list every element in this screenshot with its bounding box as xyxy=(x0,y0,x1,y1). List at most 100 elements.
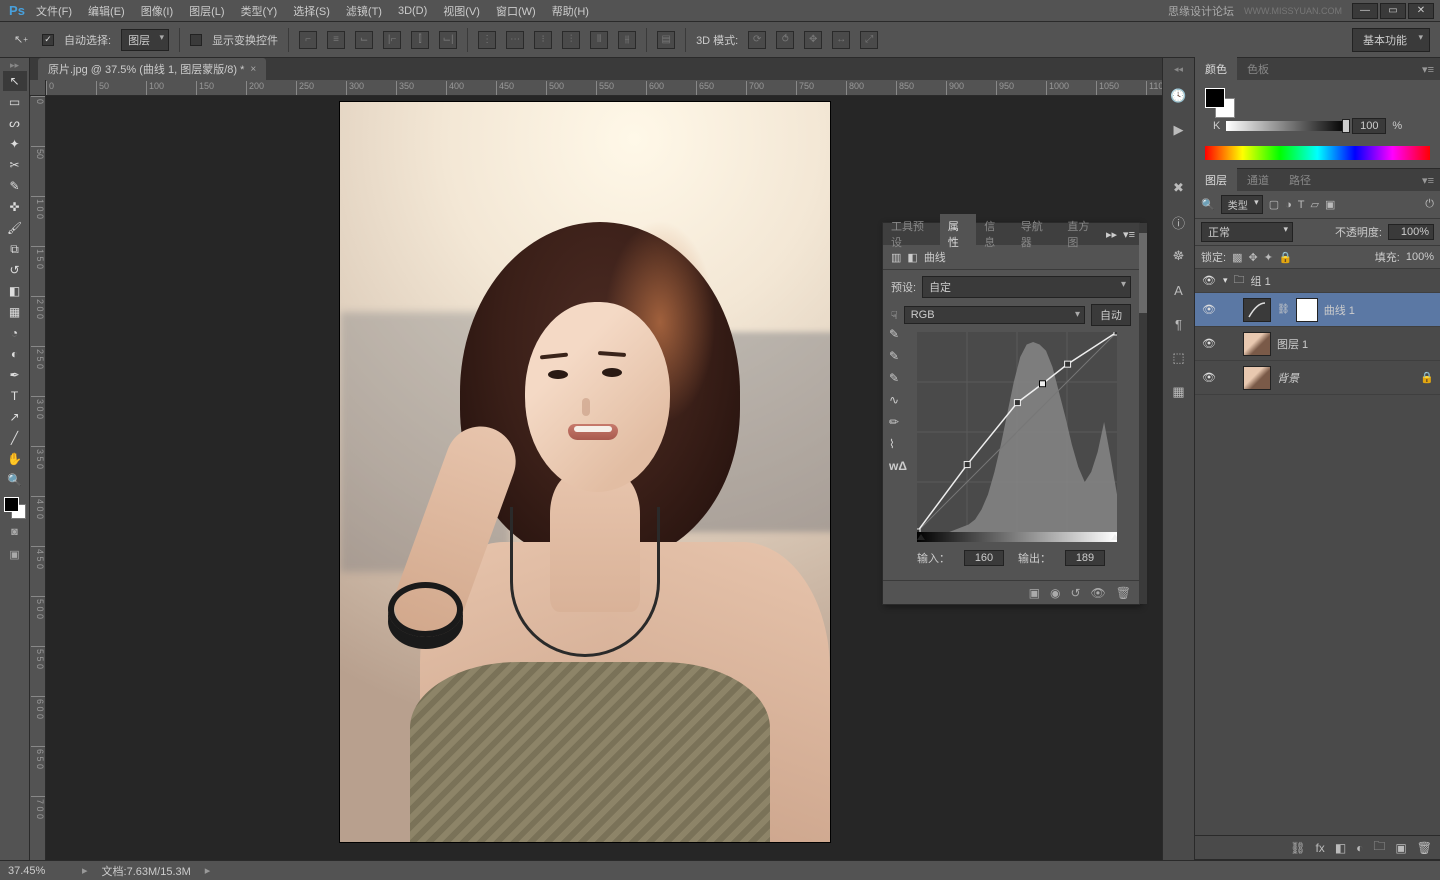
dodge-tool[interactable]: ◐ xyxy=(3,344,27,364)
input-field[interactable]: 160 xyxy=(964,550,1004,566)
3d-pan-icon[interactable]: ✥ xyxy=(804,31,822,49)
draw-curve-icon[interactable]: ✏ xyxy=(889,415,907,429)
menu-3d[interactable]: 3D(D) xyxy=(390,2,435,20)
canvas-image[interactable] xyxy=(340,102,830,842)
new-group-icon[interactable]: 🗀 xyxy=(1373,837,1385,858)
path-select-tool[interactable]: ↗ xyxy=(3,407,27,427)
auto-button[interactable]: 自动 xyxy=(1091,304,1131,326)
visibility-toggle[interactable]: 👁 xyxy=(1201,371,1217,384)
sample-black-icon[interactable]: ✎ xyxy=(889,327,907,341)
document-tab[interactable]: 原片.jpg @ 37.5% (曲线 1, 图层蒙版/8) * × xyxy=(38,58,266,80)
menu-type[interactable]: 类型(Y) xyxy=(233,0,286,22)
menu-select[interactable]: 选择(S) xyxy=(285,0,338,22)
opacity-field[interactable]: 100% xyxy=(1388,224,1434,240)
3d-orbit-icon[interactable]: ⟳ xyxy=(748,31,766,49)
distribute-3-icon[interactable]: ⁝ xyxy=(534,31,552,49)
zoom-tool[interactable]: 🔍 xyxy=(3,470,27,490)
tab-color[interactable]: 颜色 xyxy=(1195,57,1237,81)
distribute-5-icon[interactable]: ⫴ xyxy=(590,31,608,49)
healing-tool[interactable]: ✜ xyxy=(3,197,27,217)
layer-name[interactable]: 组 1 xyxy=(1251,273,1434,289)
eraser-tool[interactable]: ◧ xyxy=(3,281,27,301)
layer-thumb[interactable] xyxy=(1243,366,1271,390)
align-right-icon[interactable]: ⌙| xyxy=(439,31,457,49)
lasso-tool[interactable]: ᔕ xyxy=(3,113,27,133)
panel-collapse-icon[interactable]: ▸▸ xyxy=(1106,228,1117,241)
properties-scrollbar[interactable] xyxy=(1139,223,1147,604)
dock-styles-icon[interactable]: ⬚ xyxy=(1167,346,1191,370)
targeted-adjust-icon[interactable]: ☟ xyxy=(891,309,898,322)
lock-all-icon[interactable]: 🔒 xyxy=(1279,251,1293,264)
filter-type-icon[interactable]: T xyxy=(1298,199,1305,211)
crop-tool[interactable]: ✂ xyxy=(3,155,27,175)
filter-shape-icon[interactable]: ▱ xyxy=(1311,198,1319,211)
show-transform-checkbox[interactable] xyxy=(190,34,202,46)
layer-fx-icon[interactable]: fx xyxy=(1315,841,1324,855)
collapse-toolbar-icon[interactable]: ▸▸ xyxy=(3,60,27,70)
align-hcenter-icon[interactable]: ⫿ xyxy=(411,31,429,49)
distribute-4-icon[interactable]: ⫶ xyxy=(562,31,580,49)
tab-tool-presets[interactable]: 工具预设 xyxy=(883,214,940,254)
output-field[interactable]: 189 xyxy=(1065,550,1105,566)
layer-name[interactable]: 图层 1 xyxy=(1277,336,1434,352)
preset-dropdown[interactable]: 自定 xyxy=(922,276,1131,298)
zoom-field[interactable]: 37.45% xyxy=(8,865,68,877)
edit-points-icon[interactable]: ∿ xyxy=(889,393,907,407)
view-previous-icon[interactable]: ◉ xyxy=(1050,586,1060,600)
3d-zoom-icon[interactable]: ⤢ xyxy=(860,31,878,49)
layer-group[interactable]: 👁 ▾ 🗀 组 1 xyxy=(1195,269,1440,293)
filter-pixel-icon[interactable]: ▢ xyxy=(1269,198,1279,211)
tab-channels[interactable]: 通道 xyxy=(1237,168,1279,192)
dock-char-icon[interactable]: A xyxy=(1167,278,1191,302)
layer-thumb[interactable] xyxy=(1243,332,1271,356)
eyedropper-tool[interactable]: ✎ xyxy=(3,176,27,196)
fill-field[interactable]: 100% xyxy=(1406,251,1434,263)
align-left-icon[interactable]: |⌐ xyxy=(383,31,401,49)
quick-select-tool[interactable]: ✦ xyxy=(3,134,27,154)
menu-image[interactable]: 图像(I) xyxy=(133,0,181,22)
lock-pixels-icon[interactable]: ▩ xyxy=(1232,251,1242,264)
dock-swatch-icon[interactable]: ▦ xyxy=(1167,380,1191,404)
delete-layer-icon[interactable]: 🗑 xyxy=(1417,841,1432,855)
menu-view[interactable]: 视图(V) xyxy=(435,0,488,22)
blend-mode-dropdown[interactable]: 正常 xyxy=(1201,222,1293,242)
visibility-toggle[interactable]: 👁 xyxy=(1201,303,1217,316)
align-bottom-icon[interactable]: ⌙ xyxy=(355,31,373,49)
distribute-1-icon[interactable]: ⋮ xyxy=(478,31,496,49)
blur-tool[interactable]: ◔ xyxy=(3,323,27,343)
ruler-vertical[interactable]: 0501 0 01 5 02 0 02 5 03 0 03 5 04 0 04 … xyxy=(30,96,46,860)
move-tool[interactable]: ↖ xyxy=(3,71,27,91)
filter-smart-icon[interactable]: ▣ xyxy=(1325,198,1335,211)
expand-icon[interactable]: ▾ xyxy=(1223,275,1228,286)
filter-toggle-icon[interactable]: ⏻ xyxy=(1425,198,1434,211)
dock-wheel-icon[interactable]: ☸ xyxy=(1167,244,1191,268)
smooth-icon[interactable]: ⌇ xyxy=(889,437,907,451)
dock-para-icon[interactable]: ¶ xyxy=(1167,312,1191,336)
new-layer-icon[interactable]: ▣ xyxy=(1395,841,1406,855)
menu-file[interactable]: 文件(F) xyxy=(28,0,80,22)
color-panel-menu-icon[interactable]: ▾≡ xyxy=(1416,63,1440,76)
layer-image-1[interactable]: 👁 图层 1 xyxy=(1195,327,1440,361)
channel-dropdown[interactable]: RGB xyxy=(904,306,1085,324)
menu-window[interactable]: 窗口(W) xyxy=(488,0,544,22)
dock-brush-icon[interactable]: ✖ xyxy=(1167,176,1191,200)
dock-info-icon[interactable]: ⓘ xyxy=(1167,210,1191,234)
stamp-tool[interactable]: ⧉ xyxy=(3,239,27,259)
workspace-switcher[interactable]: 基本功能 xyxy=(1352,28,1430,52)
add-mask-icon[interactable]: ◧ xyxy=(1335,841,1346,855)
visibility-toggle[interactable]: 👁 xyxy=(1201,274,1217,287)
window-maximize[interactable]: ▭ xyxy=(1380,3,1406,19)
history-brush-tool[interactable]: ↺ xyxy=(3,260,27,280)
tab-info[interactable]: 信息 xyxy=(976,214,1012,254)
pen-tool[interactable]: ✒ xyxy=(3,365,27,385)
tab-histogram[interactable]: 直方图 xyxy=(1059,214,1106,254)
screen-mode-icon[interactable]: ▣ xyxy=(3,545,27,563)
color-swatches[interactable] xyxy=(4,497,26,519)
align-vcenter-icon[interactable]: ≡ xyxy=(327,31,345,49)
tab-properties[interactable]: 属性 xyxy=(940,214,976,254)
filter-adjust-icon[interactable]: ◑ xyxy=(1285,199,1292,211)
ruler-horizontal[interactable]: 0501001502002503003504004505005506006507… xyxy=(46,80,1162,96)
shape-tool[interactable]: ╱ xyxy=(3,428,27,448)
sample-gray-icon[interactable]: ✎ xyxy=(889,349,907,363)
menu-layer[interactable]: 图层(L) xyxy=(181,0,232,22)
